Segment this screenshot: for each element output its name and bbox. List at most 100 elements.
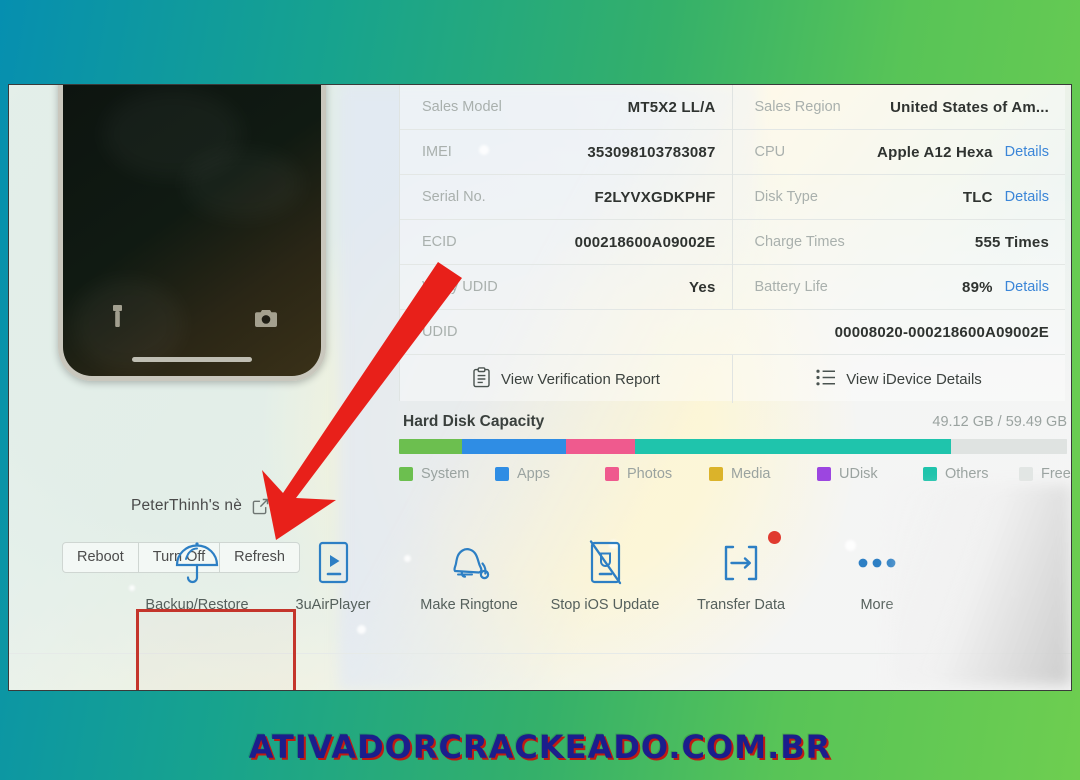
camera-icon xyxy=(255,309,277,332)
info-value: 555 Times xyxy=(974,233,1049,251)
legend-item-apps: Apps xyxy=(495,466,605,482)
legend-label: Free xyxy=(1041,466,1071,482)
toolbar-item-label: Stop iOS Update xyxy=(550,597,660,613)
toolbar-item-make-ringtone[interactable]: Make Ringtone xyxy=(401,515,537,640)
capacity-legend: System Apps Photos Media UDisk Others Fr… xyxy=(399,466,1071,482)
view-verification-report-button[interactable]: View Verification Report xyxy=(400,355,732,403)
ellipsis-icon xyxy=(853,535,901,591)
device-preview xyxy=(58,85,326,381)
legend-swatch xyxy=(399,467,413,481)
capacity-header: Hard Disk Capacity 49.12 GB / 59.49 GB xyxy=(399,413,1071,431)
info-label: ECID xyxy=(422,234,457,250)
info-label: Disk Type xyxy=(754,189,818,205)
disk-type-details-link[interactable]: Details xyxy=(1005,189,1049,205)
umbrella-icon xyxy=(171,535,223,591)
legend-label: UDisk xyxy=(839,466,878,482)
legend-label: Apps xyxy=(517,466,551,482)
toolbar-item-label: Make Ringtone xyxy=(420,597,518,613)
legend-label: System xyxy=(421,466,470,482)
list-icon xyxy=(816,369,836,390)
legend-item-udisk: UDisk xyxy=(817,466,923,482)
legend-label: Others xyxy=(945,466,989,482)
info-row-charge-times: Charge Times 555 Times xyxy=(732,220,1065,265)
info-row-sales-region: Sales Region United States of Am... xyxy=(732,85,1065,130)
info-value: F2LYVXGDKPHF xyxy=(594,188,716,206)
info-row-cpu: CPU Apple A12 Hexa Details xyxy=(732,130,1065,175)
device-info-card: Sales Model MT5X2 LL/A IMEI 353098103783… xyxy=(399,85,1065,403)
legend-swatch xyxy=(817,467,831,481)
legend-label: Photos xyxy=(627,466,673,482)
phone-screen xyxy=(63,85,321,376)
info-value: United States of Am... xyxy=(890,98,1049,116)
info-value: 00008020-000218600A09002E xyxy=(834,323,1049,341)
clipboard-icon xyxy=(472,366,491,392)
bell-icon xyxy=(442,535,496,591)
transfer-arrow-icon xyxy=(715,535,767,591)
info-label: Sales Model xyxy=(422,99,502,115)
info-label: Serial No. xyxy=(422,189,486,205)
info-card-actions: View Verification Report View iDevice De… xyxy=(400,355,1065,403)
info-value: TLC xyxy=(962,188,993,206)
capacity-segment-others xyxy=(634,439,951,454)
toolbar-item-more[interactable]: More xyxy=(809,515,945,640)
info-value: Yes xyxy=(689,278,716,296)
toolbar-item-label: Backup/Restore xyxy=(145,597,249,613)
capacity-bar xyxy=(399,439,1067,454)
info-column-right: Sales Region United States of Am... CPU … xyxy=(732,85,1065,310)
info-label: UDID xyxy=(422,324,458,340)
legend-item-others: Others xyxy=(923,466,1019,482)
capacity-segment-free xyxy=(950,439,1067,454)
info-row-battery-life: Battery Life 89% Details xyxy=(732,265,1065,310)
legend-swatch xyxy=(605,467,619,481)
legend-swatch xyxy=(495,467,509,481)
info-row-serial-no: Serial No. F2LYVXGDKPHF xyxy=(400,175,732,220)
info-row-sales-model: Sales Model MT5X2 LL/A xyxy=(400,85,732,130)
info-row-ecid: ECID 000218600A09002E xyxy=(400,220,732,265)
capacity-segment-photos xyxy=(565,439,635,454)
cpu-details-link[interactable]: Details xyxy=(1005,144,1049,160)
info-label: Verify UDID xyxy=(422,279,498,295)
edit-square-icon[interactable] xyxy=(252,498,269,515)
device-name: PeterThinh's nè xyxy=(130,497,243,514)
info-value: 000218600A09002E xyxy=(574,233,716,251)
toolbar-item-label: 3uAirPlayer xyxy=(295,597,371,613)
device-name-row: PeterThinh's nè xyxy=(9,497,391,515)
info-row-imei: IMEI 353098103783087 xyxy=(400,130,732,175)
device-info-table: Sales Model MT5X2 LL/A IMEI 353098103783… xyxy=(400,85,1065,403)
toolbar-item-stop-ios-update[interactable]: Stop iOS Update xyxy=(537,515,673,640)
battery-life-details-link[interactable]: Details xyxy=(1005,279,1049,295)
legend-swatch xyxy=(709,467,723,481)
capacity-segment-apps xyxy=(461,439,566,454)
toolbar-item-3u-airplayer[interactable]: 3uAirPlayer xyxy=(265,515,401,640)
legend-item-media: Media xyxy=(709,466,817,482)
toolbar-item-label: Transfer Data xyxy=(696,597,786,613)
app-window: PeterThinh's nè Reboot Turn Off Refresh … xyxy=(8,84,1072,691)
info-label: Battery Life xyxy=(754,279,828,295)
phone-block-icon xyxy=(582,535,628,591)
info-value: MT5X2 LL/A xyxy=(627,98,716,116)
flashlight-icon xyxy=(111,305,124,332)
capacity-segment-system xyxy=(399,439,462,454)
legend-swatch xyxy=(1019,467,1033,481)
info-label: Sales Region xyxy=(754,99,841,115)
info-label: IMEI xyxy=(422,144,452,160)
capacity-title: Hard Disk Capacity xyxy=(403,413,545,430)
hard-disk-capacity: Hard Disk Capacity 49.12 GB / 59.49 GB S… xyxy=(399,413,1071,482)
info-label: Charge Times xyxy=(754,234,845,250)
toolbar-item-label: More xyxy=(860,597,894,613)
legend-label: Media xyxy=(731,466,771,482)
info-label: CPU xyxy=(754,144,786,160)
info-row-udid: UDID 00008020-000218600A09002E xyxy=(400,310,1065,355)
info-value: 353098103783087 xyxy=(587,143,716,161)
home-indicator xyxy=(132,357,252,362)
view-idevice-details-button[interactable]: View iDevice Details xyxy=(732,355,1065,403)
info-action-label: View iDevice Details xyxy=(846,370,982,388)
info-row-verify-udid: Verify UDID Yes xyxy=(400,265,732,310)
info-column-left: Sales Model MT5X2 LL/A IMEI 353098103783… xyxy=(400,85,733,310)
capacity-size: 49.12 GB / 59.49 GB xyxy=(932,414,1067,430)
toolbar-separator xyxy=(9,653,1071,654)
toolbar-item-backup-restore[interactable]: Backup/Restore xyxy=(129,515,265,640)
notification-badge-dot xyxy=(768,531,781,544)
legend-item-free: Free xyxy=(1019,466,1071,482)
toolbar-item-transfer-data[interactable]: Transfer Data xyxy=(673,515,809,640)
